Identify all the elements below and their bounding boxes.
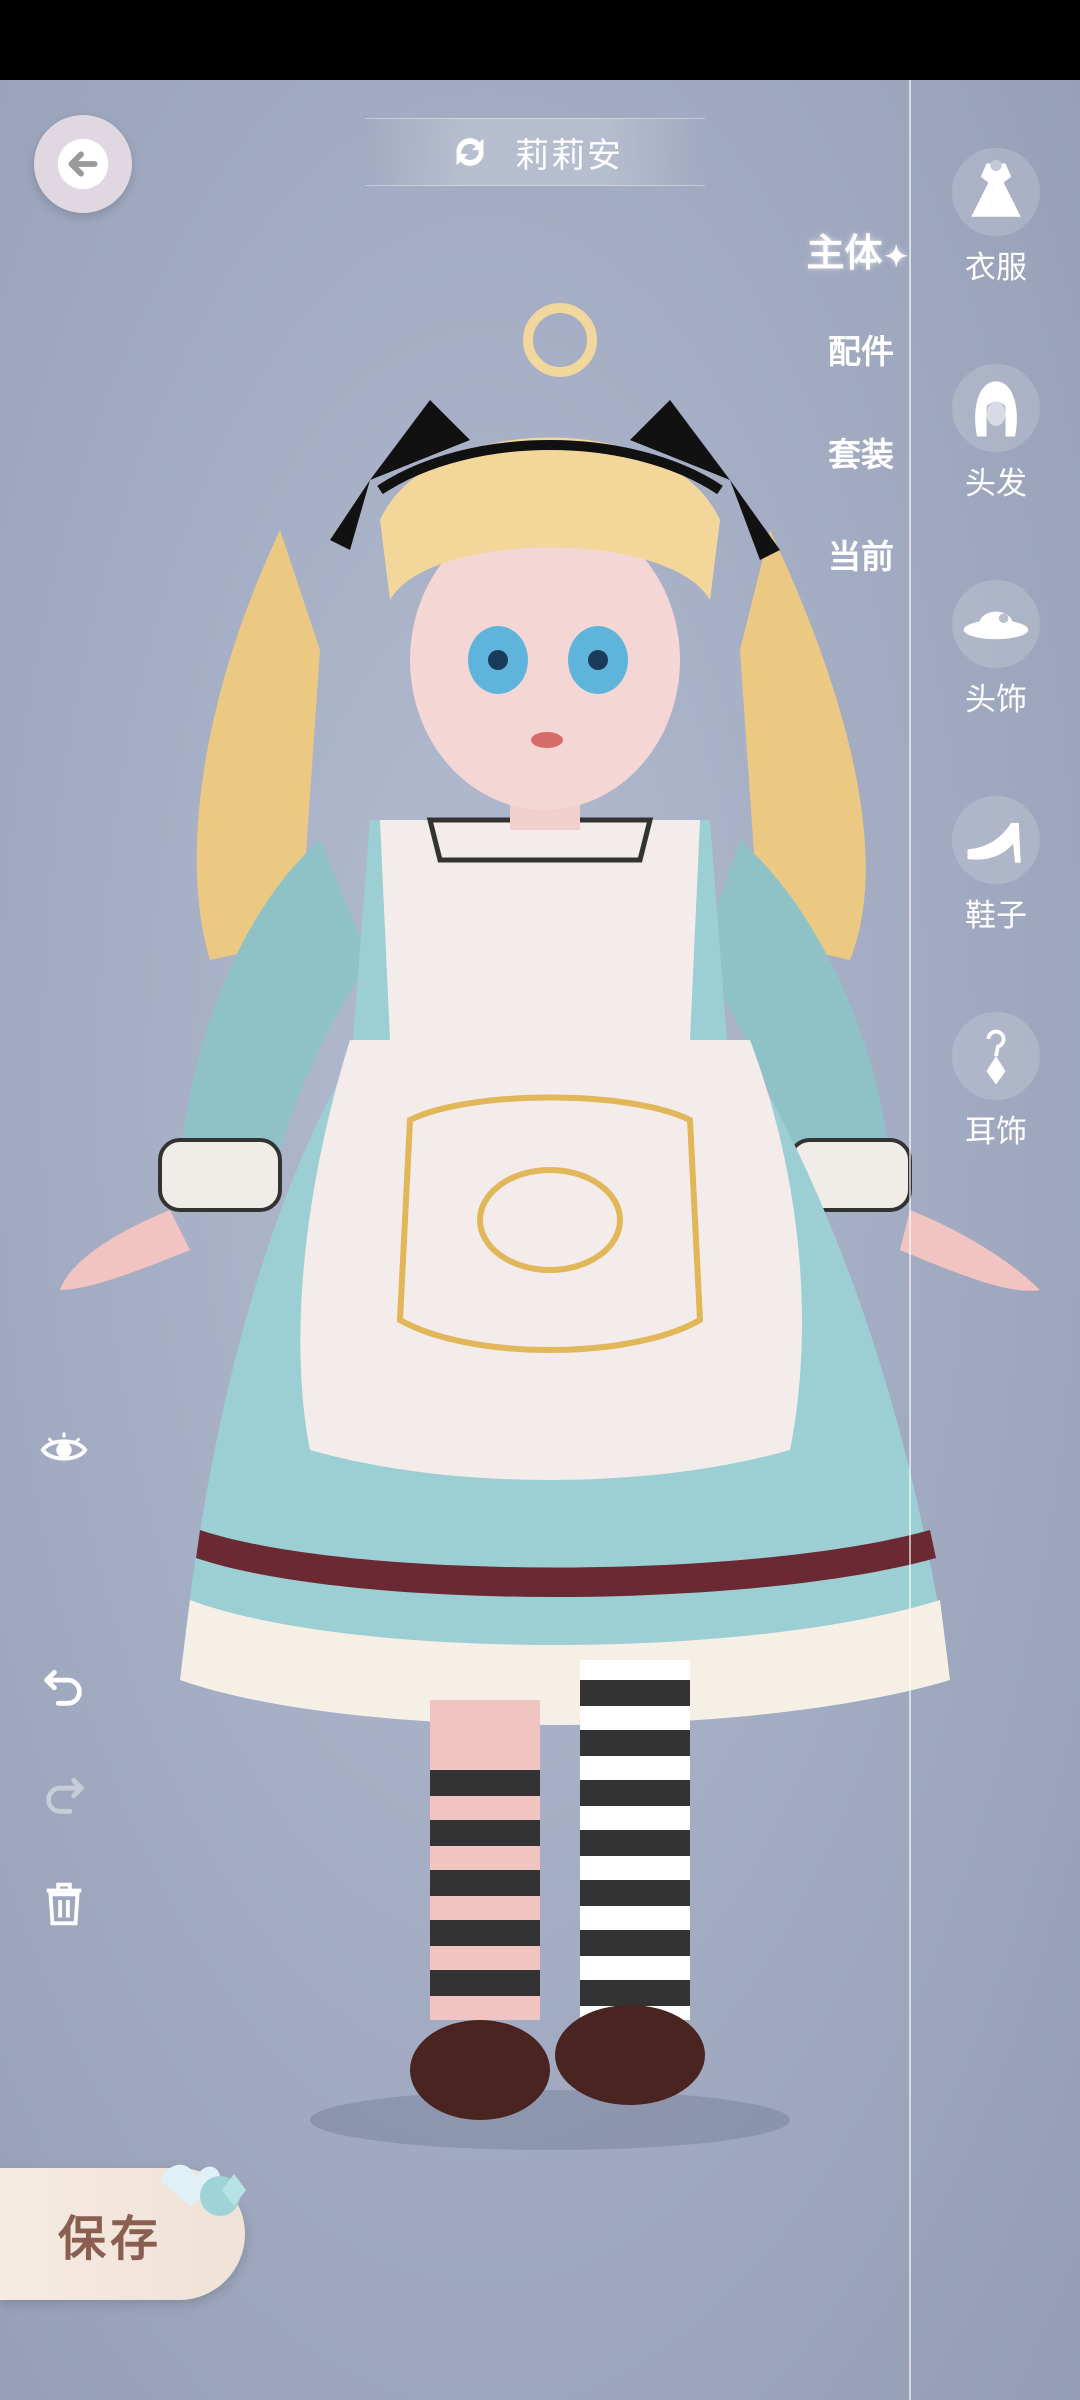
tab-sets[interactable]: 套装 [828, 428, 894, 476]
undo-button[interactable] [34, 1654, 94, 1714]
undo-icon [44, 1670, 82, 1706]
page-title: 莉莉安 [515, 135, 623, 176]
redo-icon [46, 1778, 84, 1814]
category-hair-label: 头发 [965, 466, 1027, 502]
eye-icon [40, 1432, 88, 1461]
category-clothes[interactable]: 衣服 [940, 148, 1052, 287]
category-headwear[interactable]: 头饰 [940, 580, 1052, 719]
tab-accessories[interactable]: 配件 [828, 325, 894, 373]
tab-current[interactable]: 当前 [828, 530, 894, 578]
category-shoes-label: 鞋子 [965, 898, 1027, 934]
trash-icon [46, 1882, 82, 1926]
refresh-icon[interactable] [447, 129, 493, 175]
panel-divider [909, 80, 911, 2400]
character-name-bar[interactable]: 莉莉安 [365, 118, 705, 186]
status-bar [0, 0, 1080, 80]
back-button[interactable] [34, 115, 132, 213]
shoe-icon [952, 796, 1040, 884]
back-arrow-icon [57, 138, 109, 190]
category-earrings[interactable]: 耳饰 [940, 1012, 1052, 1151]
category-headwear-label: 头饰 [965, 682, 1027, 718]
category-clothes-label: 衣服 [965, 250, 1027, 286]
tab-body[interactable]: 主体 [807, 222, 908, 277]
category-hair[interactable]: 头发 [940, 364, 1052, 503]
save-label: 保存 [58, 2211, 163, 2267]
earring-icon [952, 1012, 1040, 1100]
hat-icon [952, 580, 1040, 668]
dress-icon [952, 148, 1040, 236]
redo-button[interactable] [34, 1762, 94, 1822]
hair-icon [952, 364, 1040, 452]
category-shoes[interactable]: 鞋子 [940, 796, 1052, 935]
delete-button[interactable] [34, 1874, 94, 1934]
toggle-view-button[interactable] [34, 1420, 94, 1480]
save-decoration [160, 2164, 246, 2216]
category-earrings-label: 耳饰 [965, 1114, 1027, 1150]
